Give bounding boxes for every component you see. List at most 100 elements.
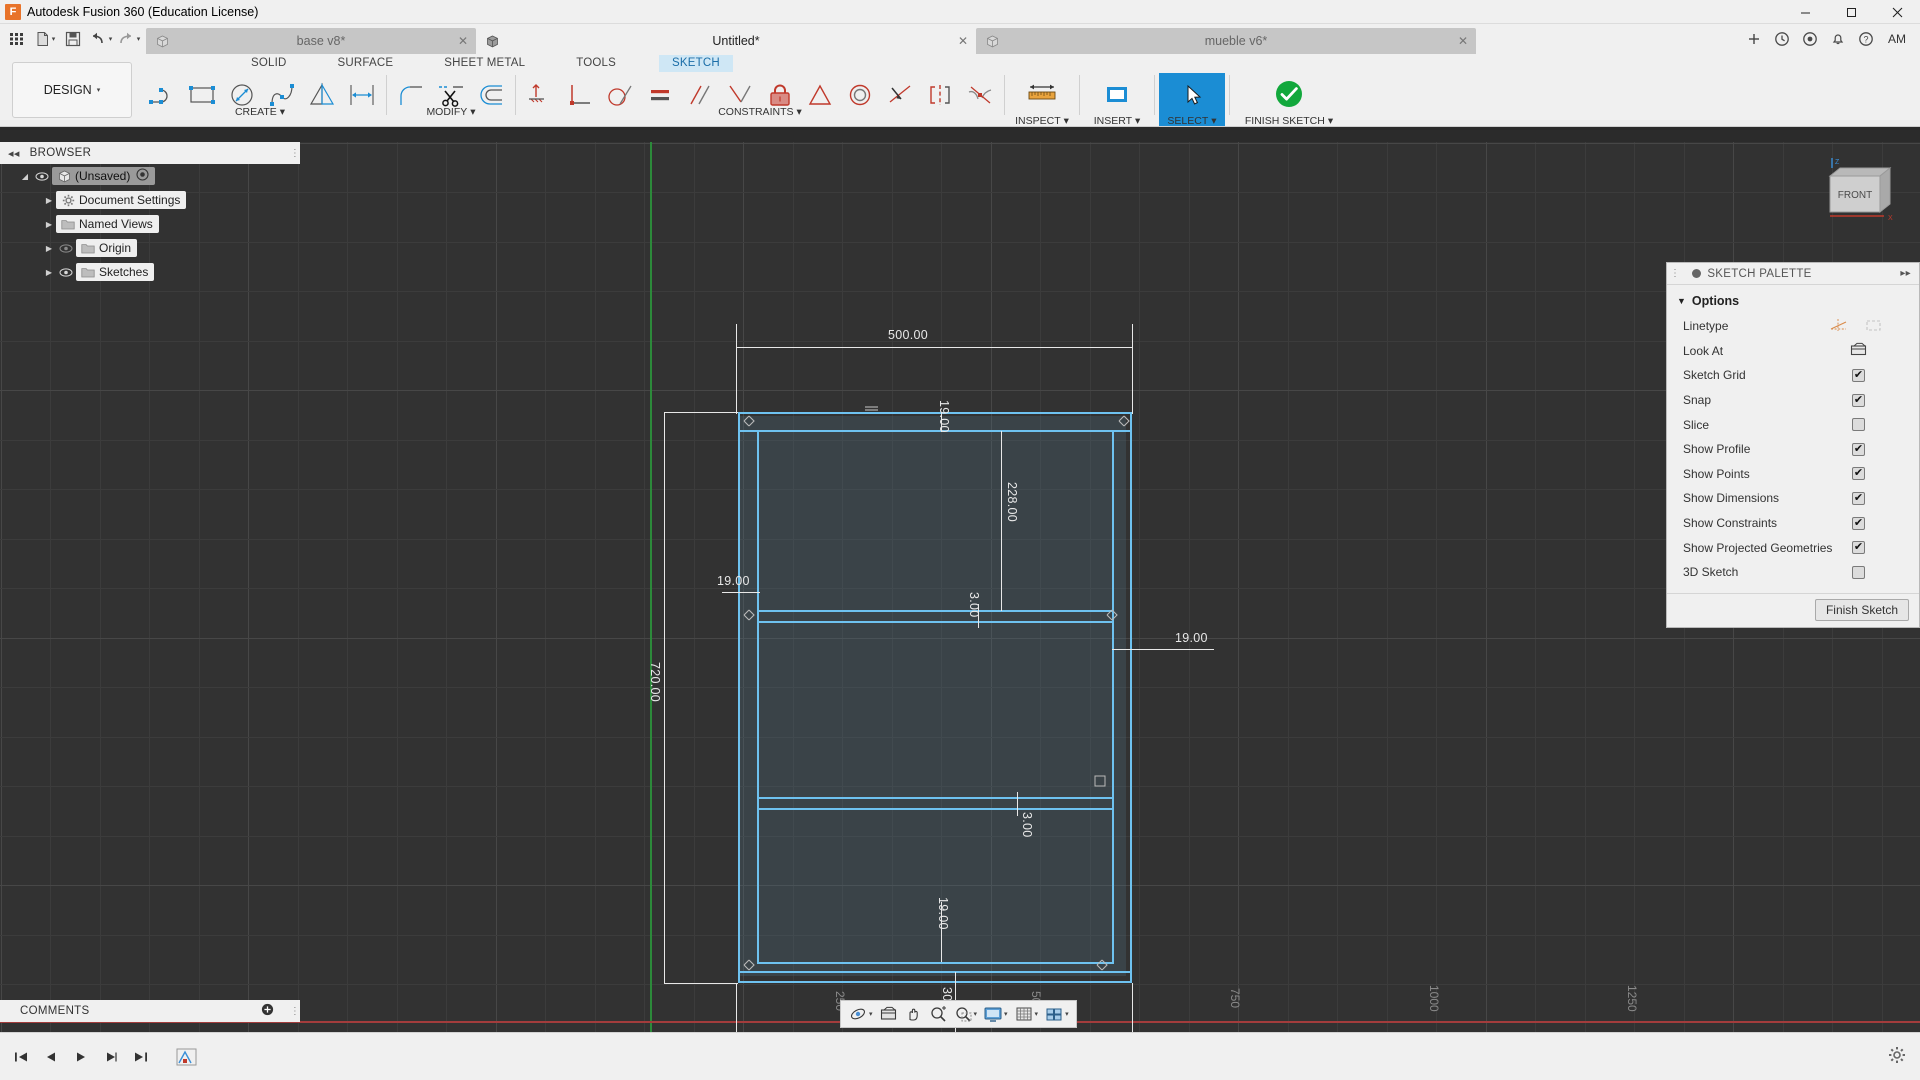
modify-group-label[interactable]: MODIFY▾ xyxy=(426,106,475,118)
tab-sheet-metal[interactable]: SHEET METAL xyxy=(431,55,538,72)
constraint-glyph[interactable] xyxy=(742,608,756,625)
chevron-down-icon[interactable]: ▾ xyxy=(52,35,56,43)
timeline-play[interactable] xyxy=(68,1044,94,1070)
browser-item-sketches[interactable]: ▶ Sketches xyxy=(0,260,300,284)
sketch-line-outer-top[interactable] xyxy=(738,412,1132,414)
nav-zoom-window[interactable]: ▾ xyxy=(951,1002,981,1026)
palette-row-show-projected-geometries[interactable]: Show Projected Geometries ✔ xyxy=(1667,535,1919,560)
expand-arrow-icon[interactable]: ▶ xyxy=(42,196,56,205)
look-at-icon[interactable] xyxy=(1850,342,1867,359)
show-dimensions-checkbox[interactable]: ✔ xyxy=(1852,492,1865,505)
chevron-down-icon[interactable]: ▾ xyxy=(869,1010,873,1018)
snap-checkbox[interactable]: ✔ xyxy=(1852,394,1865,407)
tab-surface[interactable]: SURFACE xyxy=(325,55,407,72)
upper-compartment-height-dimension[interactable]: 228.00 xyxy=(1005,482,1019,522)
centerline-linetype-icon[interactable] xyxy=(1865,318,1883,335)
expand-arrow-icon[interactable]: ◢ xyxy=(18,172,32,181)
tool-equal[interactable] xyxy=(640,73,680,117)
palette-row-show-profile[interactable]: Show Profile ✔ xyxy=(1667,437,1919,462)
palette-row-snap[interactable]: Snap ✔ xyxy=(1667,388,1919,413)
sketch-line-outer-left[interactable] xyxy=(738,412,740,983)
help-icon[interactable]: ? xyxy=(1854,27,1878,51)
browser-item-named-views[interactable]: ▶ Named Views xyxy=(0,212,300,236)
options-section-header[interactable]: ▼ Options xyxy=(1667,291,1919,314)
tool-line[interactable] xyxy=(142,73,182,117)
bell-icon[interactable] xyxy=(1826,27,1850,51)
close-icon[interactable]: ✕ xyxy=(1458,34,1468,48)
shelf-thickness-lower-dimension[interactable]: 3.00 xyxy=(1020,812,1034,838)
sketch-line-top-inner[interactable] xyxy=(738,430,1132,432)
chevron-down-icon[interactable]: ▾ xyxy=(974,1010,978,1018)
nav-orbit[interactable]: ▾ xyxy=(845,1002,876,1026)
palette-row-show-dimensions[interactable]: Show Dimensions ✔ xyxy=(1667,486,1919,511)
show-points-checkbox[interactable]: ✔ xyxy=(1852,467,1865,480)
chevron-down-icon[interactable]: ▾ xyxy=(109,35,113,43)
timeline-skip-to-end[interactable] xyxy=(128,1044,154,1070)
bottom-panel-thickness-dimension[interactable]: 19.00 xyxy=(936,897,950,930)
constraints-group-label[interactable]: CONSTRAINTS▾ xyxy=(718,106,802,118)
constraint-glyph[interactable] xyxy=(742,958,756,975)
palette-collapse-icon[interactable] xyxy=(1692,269,1701,278)
tool-sketch-dimension[interactable] xyxy=(342,73,382,117)
browser-resize-grip[interactable]: ⋮ xyxy=(290,142,300,164)
create-group-label[interactable]: CREATE▾ xyxy=(235,106,285,118)
expand-arrow-icon[interactable]: ▶ xyxy=(42,220,56,229)
workspace-switcher-button[interactable]: DESIGN ▾ xyxy=(12,62,132,118)
timeline-step-back[interactable] xyxy=(38,1044,64,1070)
tool-symmetry[interactable] xyxy=(920,73,960,117)
browser-item-chip[interactable]: Named Views xyxy=(56,215,159,233)
timeline-settings-button[interactable] xyxy=(1888,1046,1906,1067)
tool-midpoint[interactable] xyxy=(800,73,840,117)
browser-item-document-settings[interactable]: ▶ Document Settings xyxy=(0,188,300,212)
tool-parallel[interactable] xyxy=(680,73,720,117)
expand-palette-icon[interactable]: ▸▸ xyxy=(1900,268,1911,279)
expand-arrow-icon[interactable]: ▶ xyxy=(42,244,56,253)
extensions-icon[interactable] xyxy=(1798,27,1822,51)
sketch-line-shelf1-top[interactable] xyxy=(757,610,1114,612)
select-group-label[interactable]: SELECT▾ xyxy=(1167,115,1216,127)
tool-tangent[interactable] xyxy=(600,73,640,117)
sketch-line-bottom-inner[interactable] xyxy=(757,962,1114,964)
job-status-icon[interactable] xyxy=(1770,27,1794,51)
sketch-line-shelf2-top[interactable] xyxy=(757,797,1114,799)
tab-solid[interactable]: SOLID xyxy=(238,55,300,72)
palette-drag-grip[interactable]: ⋮ xyxy=(1670,268,1680,279)
right-side-thickness-dimension[interactable]: 19.00 xyxy=(1175,631,1208,645)
expand-arrow-icon[interactable]: ▶ xyxy=(42,268,56,277)
undo-button[interactable]: ▾ xyxy=(88,26,114,52)
add-comment-icon[interactable] xyxy=(261,1003,274,1019)
nav-look-at[interactable] xyxy=(876,1002,901,1026)
tab-sketch[interactable]: SKETCH xyxy=(659,55,733,72)
tool-collinear[interactable] xyxy=(880,73,920,117)
maximize-button[interactable] xyxy=(1828,0,1874,24)
visibility-eye-icon[interactable] xyxy=(56,243,76,254)
timeline-step-forward[interactable] xyxy=(98,1044,124,1070)
overall-height-dimension[interactable]: 720.00 xyxy=(648,662,662,702)
show-data-panel-button[interactable] xyxy=(4,26,30,52)
chevron-down-icon[interactable]: ▾ xyxy=(137,35,141,43)
nav-zoom[interactable] xyxy=(926,1002,951,1026)
nav-display-settings[interactable]: ▾ xyxy=(980,1002,1011,1026)
constraint-glyph[interactable] xyxy=(1095,958,1109,975)
nav-grid-snaps[interactable]: ▾ xyxy=(1011,1002,1042,1026)
sketch-line-plinth[interactable] xyxy=(740,971,1130,973)
constraint-glyph[interactable] xyxy=(1117,414,1131,431)
timeline-skip-to-start[interactable] xyxy=(8,1044,34,1070)
browser-item-chip[interactable]: Sketches xyxy=(76,263,154,281)
close-icon[interactable]: ✕ xyxy=(458,34,468,48)
tool-coincident[interactable] xyxy=(560,73,600,117)
chevron-down-icon[interactable]: ▾ xyxy=(1035,1010,1039,1018)
nav-pan[interactable] xyxy=(901,1002,926,1026)
comments-resize-grip[interactable]: ⋮ xyxy=(290,1000,300,1022)
tool-curvature[interactable] xyxy=(960,73,1000,117)
3d-sketch-checkbox[interactable] xyxy=(1852,566,1865,579)
finish-sketch-group-label[interactable]: FINISH SKETCH▾ xyxy=(1245,115,1333,127)
construction-linetype-icon[interactable] xyxy=(1830,318,1848,335)
close-button[interactable] xyxy=(1874,0,1920,24)
top-width-dimension[interactable]: 500.00 xyxy=(888,328,928,342)
sketch-grid-checkbox[interactable]: ✔ xyxy=(1852,369,1865,382)
new-document-button[interactable]: ▾ xyxy=(32,26,58,52)
new-tab-button[interactable] xyxy=(1742,27,1766,51)
insert-group-label[interactable]: INSERT▾ xyxy=(1094,115,1141,127)
sketch-line-right-inner[interactable] xyxy=(1112,431,1114,964)
